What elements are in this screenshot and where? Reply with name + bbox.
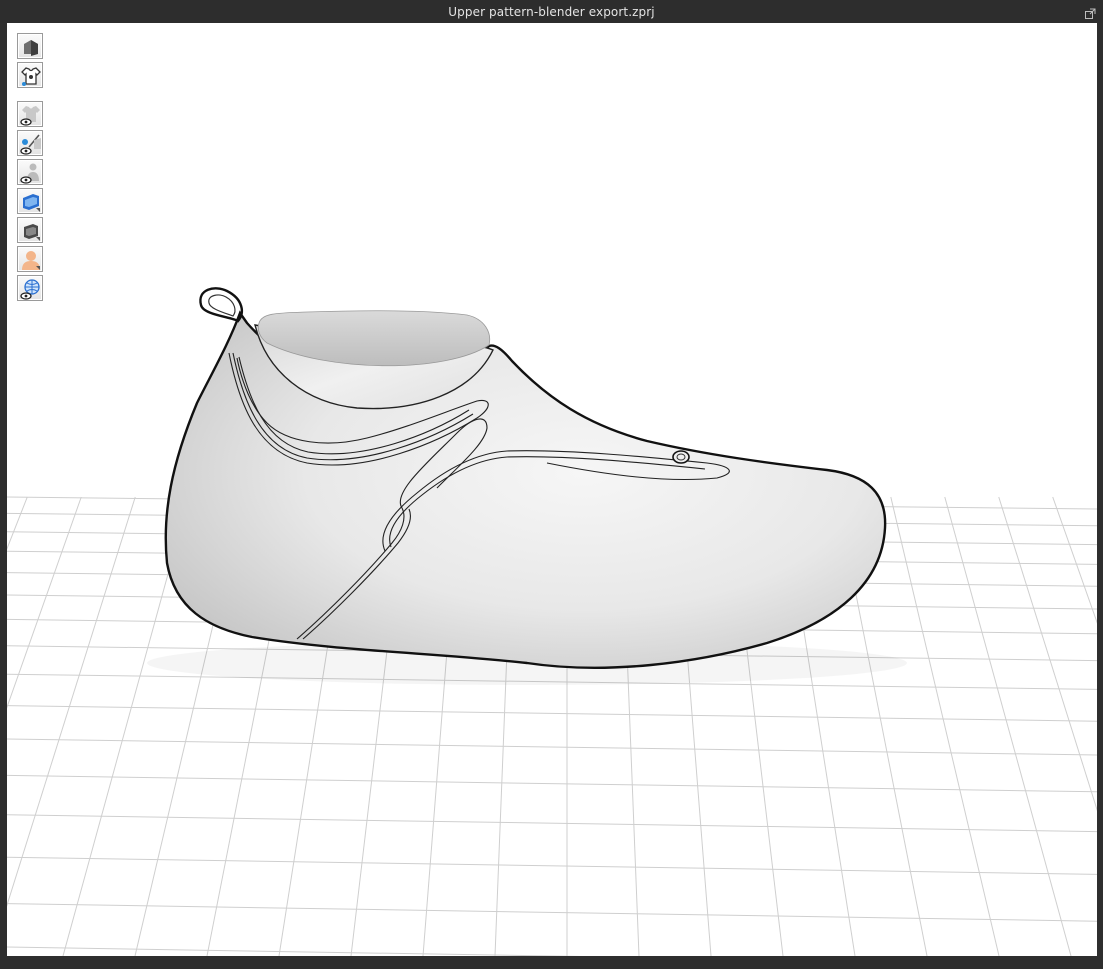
grid-line bbox=[890, 496, 1000, 956]
grid-line bbox=[7, 705, 1097, 722]
grid-line bbox=[1052, 496, 1097, 624]
grid-line bbox=[7, 856, 1097, 875]
window-title: Upper pattern-blender export.zprj bbox=[448, 4, 655, 19]
grid-line bbox=[7, 496, 82, 709]
grid-line bbox=[7, 496, 136, 907]
garment-render-style-icon[interactable] bbox=[17, 188, 43, 214]
show-environment-icon[interactable] bbox=[17, 275, 43, 301]
grid-line bbox=[7, 903, 1097, 922]
grid-line bbox=[7, 738, 1097, 756]
avatar-skin-icon[interactable] bbox=[17, 246, 43, 272]
shoe-model[interactable] bbox=[147, 287, 907, 685]
avatar-mode-icon[interactable] bbox=[17, 33, 43, 59]
scene-canvas[interactable] bbox=[7, 23, 1097, 956]
garment-mode-icon[interactable] bbox=[17, 62, 43, 88]
show-garment-icon[interactable] bbox=[17, 101, 43, 127]
show-pins-icon[interactable] bbox=[17, 130, 43, 156]
3d-viewport[interactable] bbox=[7, 23, 1097, 956]
grid-line bbox=[7, 774, 1097, 793]
show-avatar-icon[interactable] bbox=[17, 159, 43, 185]
grid-line bbox=[7, 814, 1097, 833]
title-bar[interactable]: Upper pattern-blender export.zprj bbox=[0, 0, 1103, 23]
grid-line bbox=[7, 946, 583, 956]
app-window: Upper pattern-blender export.zprj bbox=[0, 0, 1103, 969]
texture-surface-icon[interactable] bbox=[17, 217, 43, 243]
grid-line bbox=[998, 496, 1097, 812]
grid-line bbox=[7, 496, 28, 551]
grid-line bbox=[944, 496, 1072, 956]
popout-icon[interactable] bbox=[1085, 4, 1096, 19]
